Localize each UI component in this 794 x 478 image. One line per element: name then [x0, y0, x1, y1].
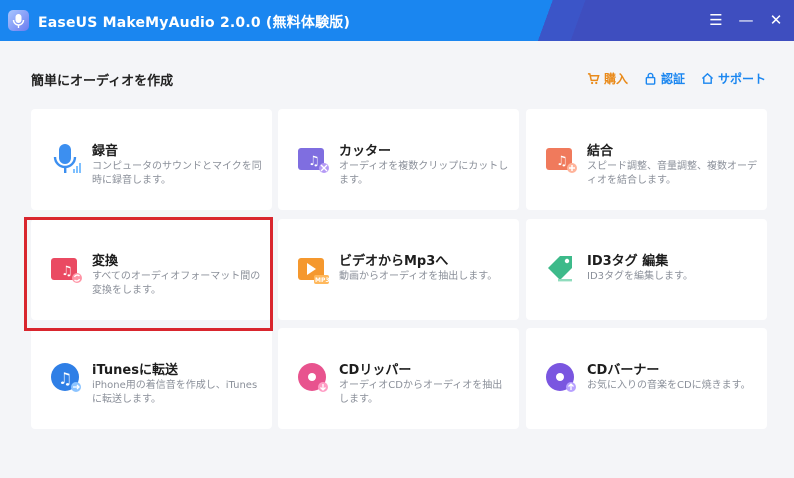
- buy-link[interactable]: 購入: [587, 70, 628, 87]
- merge-icon: ♫: [544, 142, 578, 176]
- card-name: ID3タグ 編集: [587, 254, 669, 269]
- mp3-badge: MP3: [315, 277, 330, 284]
- support-link[interactable]: サポート: [701, 70, 766, 87]
- itunes-icon: ♫: [49, 361, 83, 395]
- card-name: 結合: [587, 144, 614, 159]
- card-desc: スピード調整、音量調整、複数オーディオを結合します。: [587, 161, 757, 186]
- card-desc: 動画からオーディオを抽出します。: [339, 271, 498, 282]
- card-name: カッター: [339, 144, 392, 159]
- auth-label: 認証: [660, 72, 685, 86]
- card-name: iTunesに転送: [92, 363, 178, 378]
- card-merge[interactable]: ♫ 結合 スピード調整、音量調整、複数オーディオを結合します。: [526, 109, 767, 210]
- buy-label: 購入: [603, 72, 628, 86]
- card-desc: お気に入りの音楽をCDに焼きます。: [587, 380, 751, 391]
- card-cd-ripper[interactable]: CDリッパー オーディオCDからオーディオを抽出します。: [278, 328, 519, 429]
- auth-link[interactable]: 認証: [644, 70, 685, 87]
- card-recording[interactable]: 録音 コンピュータのサウンドとマイクを同時に録音します。: [31, 109, 272, 210]
- close-icon[interactable]: ✕: [768, 10, 784, 30]
- card-convert[interactable]: ♫ 変換 すべてのオーディオフォーマット間の変換をします。: [31, 219, 272, 320]
- card-name: 変換: [92, 254, 119, 269]
- svg-text:♫: ♫: [61, 264, 73, 279]
- svg-text:♫: ♫: [58, 369, 72, 388]
- convert-icon: ♫: [49, 252, 83, 286]
- cart-icon: [587, 73, 600, 85]
- svg-text:♫: ♫: [308, 154, 320, 169]
- cd-ripper-icon: [296, 361, 330, 395]
- video-to-mp3-icon: MP3: [296, 252, 330, 286]
- card-name: ビデオからMp3へ: [339, 254, 449, 269]
- page-title: 簡単にオーディオを作成: [31, 74, 174, 89]
- card-cd-burner[interactable]: CDバーナー お気に入りの音楽をCDに焼きます。: [526, 328, 767, 429]
- app-logo-icon: [8, 10, 29, 31]
- tag-icon: [544, 252, 578, 286]
- card-desc: オーディオCDからオーディオを抽出します。: [339, 380, 503, 405]
- menu-icon[interactable]: ☰: [708, 10, 724, 30]
- home-icon: [701, 72, 714, 84]
- window-title: EaseUS MakeMyAudio 2.0.0 (無料体験版): [38, 15, 351, 31]
- cutter-icon: ♫: [296, 142, 330, 176]
- card-name: CDリッパー: [339, 363, 412, 378]
- card-desc: コンピュータのサウンドとマイクを同時に録音します。: [92, 161, 262, 186]
- card-desc: オーディオを複数クリップにカットします。: [339, 161, 509, 186]
- card-desc: すべてのオーディオフォーマット間の変換をします。: [92, 271, 261, 296]
- microphone-icon: [49, 142, 83, 176]
- card-name: 録音: [92, 144, 119, 159]
- window-controls: ☰ — ✕: [708, 10, 784, 30]
- svg-text:♫: ♫: [556, 154, 568, 169]
- card-cutter[interactable]: ♫ カッター オーディオを複数クリップにカットします。: [278, 109, 519, 210]
- card-id3-tag[interactable]: ID3タグ 編集 ID3タグを編集します。: [526, 219, 767, 320]
- card-itunes[interactable]: ♫ iTunesに転送 iPhone用の着信音を作成し、iTunesに転送します…: [31, 328, 272, 429]
- support-label: サポート: [717, 72, 766, 86]
- lock-icon: [645, 72, 656, 85]
- minimize-icon[interactable]: —: [738, 10, 754, 30]
- title-bar: EaseUS MakeMyAudio 2.0.0 (無料体験版) ☰ — ✕: [0, 0, 794, 41]
- cd-burner-icon: [544, 361, 578, 395]
- card-video-to-mp3[interactable]: MP3 ビデオからMp3へ 動画からオーディオを抽出します。: [278, 219, 519, 320]
- card-desc: iPhone用の着信音を作成し、iTunesに転送します。: [92, 380, 258, 405]
- header-links: 購入 認証 サポート: [587, 70, 766, 87]
- card-name: CDバーナー: [587, 363, 660, 378]
- card-desc: ID3タグを編集します。: [587, 271, 694, 282]
